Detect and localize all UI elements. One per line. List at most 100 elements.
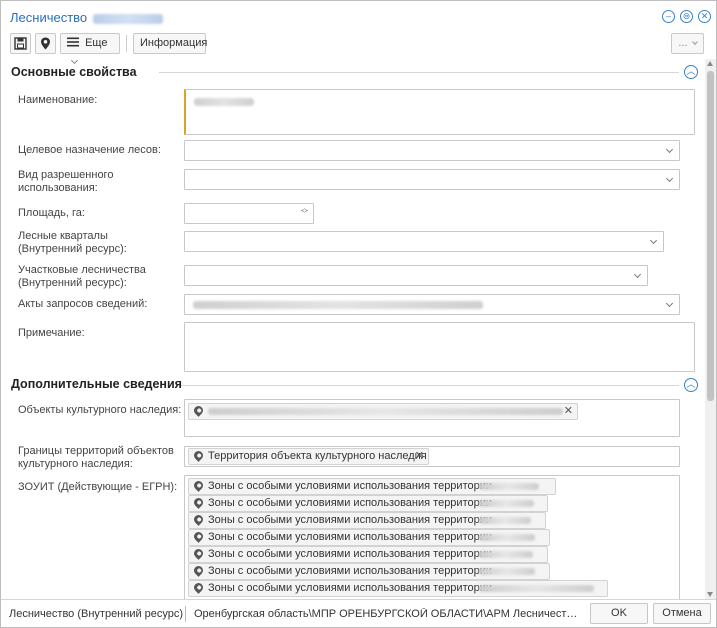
redacted-value	[479, 568, 535, 575]
heritage-label: Объекты культурного наследия:	[18, 404, 182, 416]
requests-select[interactable]	[184, 294, 680, 315]
map-pin-icon	[192, 513, 205, 526]
zouit-tag[interactable]: Зоны с особыми условиями использования т…	[188, 495, 548, 512]
map-pin-icon	[192, 496, 205, 509]
redacted-value	[194, 98, 254, 106]
redacted-value	[479, 551, 533, 558]
more-menu-label: Еще	[85, 37, 108, 49]
title-bar: Лесничество – ⊜ ✕	[1, 1, 716, 31]
chevron-down-icon	[665, 145, 674, 153]
quarters-select[interactable]	[184, 231, 664, 252]
overflow-menu-button[interactable]: ...	[671, 33, 704, 54]
map-pin-icon	[192, 479, 205, 492]
usage-label: Вид разрешенного использования:	[18, 169, 114, 194]
toolbar-divider	[126, 35, 127, 52]
heritage-multiselect[interactable]: ✕	[184, 399, 680, 437]
close-icon[interactable]: ✕	[698, 10, 711, 23]
chevron-up-icon[interactable]: ︿	[684, 378, 698, 392]
redacted-value	[208, 408, 563, 415]
footer-divider	[185, 606, 186, 622]
map-pin-icon	[192, 564, 205, 577]
restore-icon[interactable]: ⊜	[680, 10, 693, 23]
borders-tag[interactable]: Территория объекта культурного наследия …	[188, 448, 429, 465]
section-main-title: Основные свойства	[11, 65, 137, 79]
section-extra-title: Дополнительные сведения	[11, 377, 182, 391]
zouit-label: ЗОУИТ (Действующие - ЕГРН):	[18, 481, 178, 493]
footer: Лесничество (Внутренний ресурс) Оренбург…	[1, 599, 716, 627]
purpose-label: Целевое назначение лесов:	[18, 144, 161, 156]
name-label: Наименование:	[18, 94, 98, 106]
zouit-tag[interactable]: Зоны с особыми условиями использования т…	[188, 546, 548, 563]
zouit-tag[interactable]: Зоны с особыми условиями использования т…	[188, 512, 546, 529]
overflow-menu-label: ...	[678, 37, 688, 49]
ok-button[interactable]: OK	[590, 603, 648, 624]
chevron-down-icon	[665, 299, 674, 307]
map-pin-icon	[192, 449, 205, 462]
zouit-tag-label: Зоны с особыми условиями использования т…	[208, 531, 493, 543]
footer-resource: Лесничество (Внутренний ресурс)	[9, 608, 184, 620]
toolbar: Еще Информация ...	[1, 31, 716, 65]
heritage-tag[interactable]: ✕	[188, 403, 578, 420]
chevron-down-icon	[649, 236, 658, 244]
zouit-tag-label: Зоны с особыми условиями использования т…	[208, 514, 493, 526]
info-button[interactable]: Информация	[133, 33, 207, 54]
more-menu-button[interactable]: Еще	[60, 33, 120, 65]
window-title: Лесничество	[10, 10, 164, 25]
footer-path: Оренбургская область\МПР ОРЕНБУРГСКОЙ ОБ…	[194, 608, 579, 620]
borders-multiselect[interactable]: Территория объекта культурного наследия …	[184, 446, 680, 467]
save-icon	[14, 37, 27, 50]
borders-label: Границы территорий объектов культурного …	[18, 445, 174, 470]
map-pin-icon	[192, 530, 205, 543]
location-button[interactable]	[35, 33, 56, 54]
zouit-tag[interactable]: Зоны с особыми условиями использования т…	[188, 478, 556, 495]
minimize-icon[interactable]: –	[662, 10, 675, 23]
map-pin-icon	[192, 547, 205, 560]
redacted-name	[93, 13, 164, 24]
districts-select[interactable]	[184, 265, 648, 286]
area-input[interactable]: ︿ ﹀	[184, 203, 314, 224]
zouit-tag-label: Зоны с особыми условиями использования т…	[208, 548, 493, 560]
scroll-thumb[interactable]	[707, 71, 714, 401]
zouit-tag[interactable]: Зоны с особыми условиями использования т…	[188, 563, 550, 580]
remove-tag-icon[interactable]: ✕	[415, 449, 424, 464]
redacted-value	[479, 534, 535, 541]
note-label: Примечание:	[18, 327, 85, 339]
remove-tag-icon[interactable]: ✕	[564, 404, 573, 419]
scroll-up-icon[interactable]	[707, 61, 713, 66]
usage-select[interactable]	[184, 169, 680, 190]
area-label: Площадь, га:	[18, 207, 85, 219]
requests-label: Акты запросов сведений:	[18, 298, 148, 310]
cancel-button[interactable]: Отмена	[653, 603, 711, 624]
note-textarea[interactable]	[184, 322, 695, 372]
chevron-down-icon	[633, 270, 642, 278]
scrollbar[interactable]	[705, 59, 716, 599]
zouit-tag[interactable]: Зоны с особыми условиями использования т…	[188, 580, 608, 597]
chevron-down-icon	[665, 174, 674, 182]
name-field[interactable]	[184, 89, 695, 135]
save-button[interactable]	[10, 33, 31, 54]
zouit-tag-label: Зоны с особыми условиями использования т…	[208, 565, 493, 577]
zouit-tag-label: Зоны с особыми условиями использования т…	[208, 480, 493, 492]
redacted-value	[479, 585, 594, 592]
window-title-text: Лесничество	[10, 10, 88, 25]
scroll-down-icon[interactable]	[707, 592, 713, 597]
zouit-tag[interactable]: Зоны с особыми условиями использования т…	[188, 529, 550, 546]
zouit-tag-label: Зоны с особыми условиями использования т…	[208, 582, 493, 594]
section-divider	[181, 385, 679, 386]
map-pin-icon	[192, 404, 205, 417]
purpose-select[interactable]	[184, 140, 680, 161]
redacted-value	[479, 483, 539, 490]
zouit-multiselect[interactable]: Зоны с особыми условиями использования т…	[184, 475, 680, 599]
redacted-value	[479, 517, 531, 524]
chevron-up-icon[interactable]: ︿	[684, 65, 698, 79]
section-divider	[159, 72, 679, 73]
quarters-label: Лесные кварталы (Внутренний ресурс):	[18, 230, 127, 255]
stepper-icon[interactable]: ︿ ﹀	[301, 205, 308, 218]
redacted-value	[479, 500, 534, 507]
chevron-down-icon	[691, 39, 698, 45]
zouit-tag-label: Зоны с особыми условиями использования т…	[208, 497, 493, 509]
borders-tag-label: Территория объекта культурного наследия	[208, 450, 427, 462]
menu-icon	[67, 37, 79, 47]
form-content: Основные свойства ︿ Наименование: Целево…	[1, 59, 704, 599]
map-pin-icon	[192, 581, 205, 594]
